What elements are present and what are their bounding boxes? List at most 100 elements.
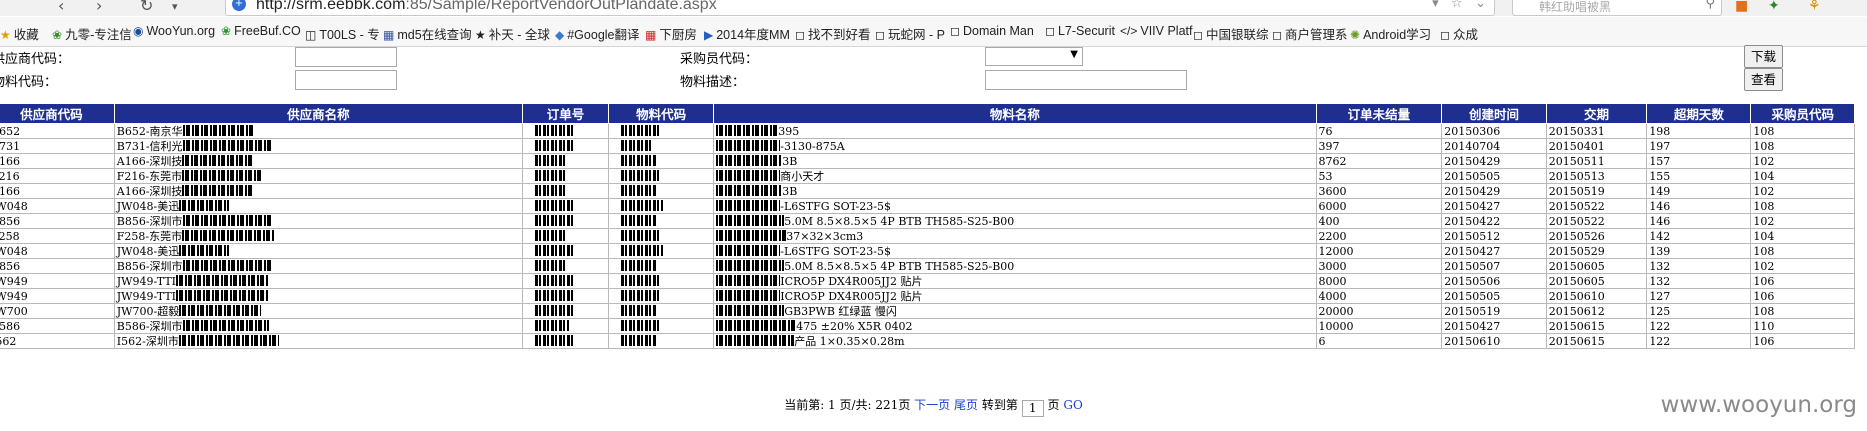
column-header[interactable]: 订单号 xyxy=(522,103,609,124)
cell-text: B856-深圳市 xyxy=(116,214,183,228)
bookmark-item[interactable]: ◻ 众成 xyxy=(1440,24,1478,43)
address-url[interactable]: http://srm.eebbk.com:85/Sample/ReportVen… xyxy=(256,0,717,14)
cell-text: 20150506 xyxy=(1444,274,1501,288)
table-cell-order xyxy=(522,333,609,349)
bookmark-item[interactable]: ▶ 2014年度MM xyxy=(704,24,790,43)
supplier-code-input[interactable] xyxy=(295,47,397,67)
cell-text: 20150519 xyxy=(1444,304,1501,318)
column-header[interactable]: 采购员代码 xyxy=(1750,103,1855,124)
bookmark-item[interactable]: ◻ 玩蛇网 - P xyxy=(875,24,945,43)
redaction-mask xyxy=(535,274,576,286)
bookmark-item[interactable]: ✺ Android学习 xyxy=(1350,24,1431,43)
cell-text: B652 xyxy=(0,124,21,138)
extension-icon[interactable]: ■ xyxy=(1735,0,1748,14)
table-cell-order xyxy=(522,198,609,214)
material-code-input[interactable] xyxy=(295,70,397,90)
bookmark-item[interactable]: ◻ 找不到好看 xyxy=(795,24,870,43)
cell-text: 20150427 xyxy=(1444,319,1501,333)
bookmark-item[interactable]: ◫ T00LS - 专 xyxy=(305,24,380,43)
dropdown-icon[interactable]: ▾ xyxy=(1432,0,1439,11)
back-icon[interactable]: ‹ xyxy=(58,0,64,15)
bookmark-item[interactable]: ★ 收藏 xyxy=(0,24,39,43)
bookmark-label: 2014年度MM xyxy=(716,28,790,42)
column-header[interactable]: 超期天数 xyxy=(1646,103,1752,124)
bookmark-item[interactable]: ◻ 中国银联综 xyxy=(1193,24,1268,43)
buyer-code-label: 采购员代码： xyxy=(680,52,759,67)
bookmark-item[interactable]: ◻ 商户管理系 xyxy=(1272,24,1347,43)
column-header[interactable]: 物料代码 xyxy=(607,103,715,124)
options-chevron-icon[interactable]: ⌄ xyxy=(1475,0,1486,11)
bookmark-item[interactable]: ❀ 九零-专注信 xyxy=(52,24,132,43)
tools-icon: ◫ xyxy=(305,28,317,42)
table-cell-overdue: 146 xyxy=(1646,198,1752,214)
column-header[interactable]: 订单未结量 xyxy=(1315,103,1443,124)
bookmark-item[interactable]: ◻ L7-Securit xyxy=(1045,24,1115,38)
cell-text: ICRO5P DX4R005JJ2 贴片 xyxy=(780,289,923,303)
table-cell-mcode xyxy=(607,138,715,154)
table-row: I562 I562-深圳市 产品 1×0.35×0.28m 6 20150610 2015… xyxy=(0,333,1855,349)
table-cell-mcode xyxy=(607,123,715,139)
table-cell-mcode xyxy=(607,288,715,304)
reload-dropdown-icon[interactable]: ▾ xyxy=(172,0,178,13)
bookmark-item[interactable]: ◉ WooYun.org xyxy=(133,24,215,38)
key-icon[interactable]: ⚘ xyxy=(1808,0,1821,14)
table-cell-due: 20150526 xyxy=(1545,228,1648,244)
cell-text: 3600 xyxy=(1318,184,1347,198)
bookmark-label: 中国银联综 xyxy=(1205,28,1269,42)
download-button[interactable]: 下载 xyxy=(1744,45,1783,68)
bookmark-item[interactable]: ▦ md5在线查询 xyxy=(383,24,472,43)
column-header[interactable]: 供应商名称 xyxy=(113,103,524,124)
column-header[interactable]: 交期 xyxy=(1545,103,1648,124)
column-header[interactable]: 物料名称 xyxy=(713,103,1317,124)
last-page-link[interactable]: 尾页 xyxy=(954,398,978,412)
bookmark-item[interactable]: ▦ 下厨房 xyxy=(645,24,697,43)
browser-search-box[interactable]: 韩红助唱被黑 ⚲ xyxy=(1512,0,1722,16)
forward-icon[interactable]: › xyxy=(96,0,102,15)
table-cell-buyer: 110 xyxy=(1750,318,1855,334)
cell-text: 108 xyxy=(1753,124,1775,138)
table-cell-code: A166 xyxy=(0,183,115,199)
site-info-icon[interactable]: + xyxy=(232,0,246,11)
bookmark-label: Android学习 xyxy=(1363,28,1432,42)
page-number-input[interactable]: 1 xyxy=(1021,400,1044,417)
cell-text: 20150526 xyxy=(1548,229,1605,243)
go-button[interactable]: GO xyxy=(1063,398,1082,412)
bookmark-item[interactable]: ◆ #Google翻译 xyxy=(555,24,640,43)
bookmark-star-icon[interactable]: ☆ xyxy=(1451,0,1463,11)
table-cell-code: B652 xyxy=(0,123,115,139)
cell-text: B731-信利光 xyxy=(116,139,183,153)
redaction-mask xyxy=(182,229,275,241)
table-cell-mcode xyxy=(607,258,715,274)
cell-text: 20150422 xyxy=(1444,214,1501,228)
tools-icon[interactable]: ✦ xyxy=(1768,0,1780,14)
cell-text: 20000 xyxy=(1318,304,1354,318)
gear-icon: ★ xyxy=(475,28,486,42)
table-cell-created: 20150429 xyxy=(1441,183,1547,199)
column-header[interactable]: 创建时间 xyxy=(1441,103,1547,124)
next-page-link[interactable]: 下一页 xyxy=(914,398,950,412)
table-cell-overdue: 139 xyxy=(1646,243,1752,259)
eye-icon: ◉ xyxy=(133,24,144,38)
bookmark-item[interactable]: ★ 补天 - 全球 xyxy=(475,24,550,43)
cell-text: 20150429 xyxy=(1444,184,1501,198)
cell-text: 122 xyxy=(1649,334,1671,348)
bookmark-item[interactable]: </> VIIV Platf xyxy=(1120,24,1192,38)
address-bar[interactable]: + http://srm.eebbk.com:85/Sample/ReportV… xyxy=(225,0,1495,16)
buyer-code-select[interactable]: ▼ xyxy=(985,47,1083,66)
bookmark-item[interactable]: ◻ Domain Man xyxy=(950,24,1034,38)
column-header[interactable]: 供应商代码 xyxy=(0,103,115,124)
table-cell-buyer: 102 xyxy=(1750,213,1855,229)
table-cell-name: JW949-TTI xyxy=(113,273,524,289)
table-cell-code: B856 xyxy=(0,213,115,229)
table-cell-order xyxy=(522,243,609,259)
reload-icon[interactable]: ↻ xyxy=(140,0,153,15)
table-cell-mcode xyxy=(607,213,715,229)
bookmark-item[interactable]: ❀ FreeBuf.CO xyxy=(221,24,301,38)
search-icon[interactable]: ⚲ xyxy=(1705,0,1715,11)
table-cell-due: 20150522 xyxy=(1545,213,1648,229)
cell-text: 3B xyxy=(782,154,798,168)
query-button[interactable]: 查看 xyxy=(1744,68,1783,91)
table-cell-due: 20150522 xyxy=(1545,198,1648,214)
material-desc-input[interactable] xyxy=(985,70,1187,90)
cell-text: 108 xyxy=(1753,139,1775,153)
